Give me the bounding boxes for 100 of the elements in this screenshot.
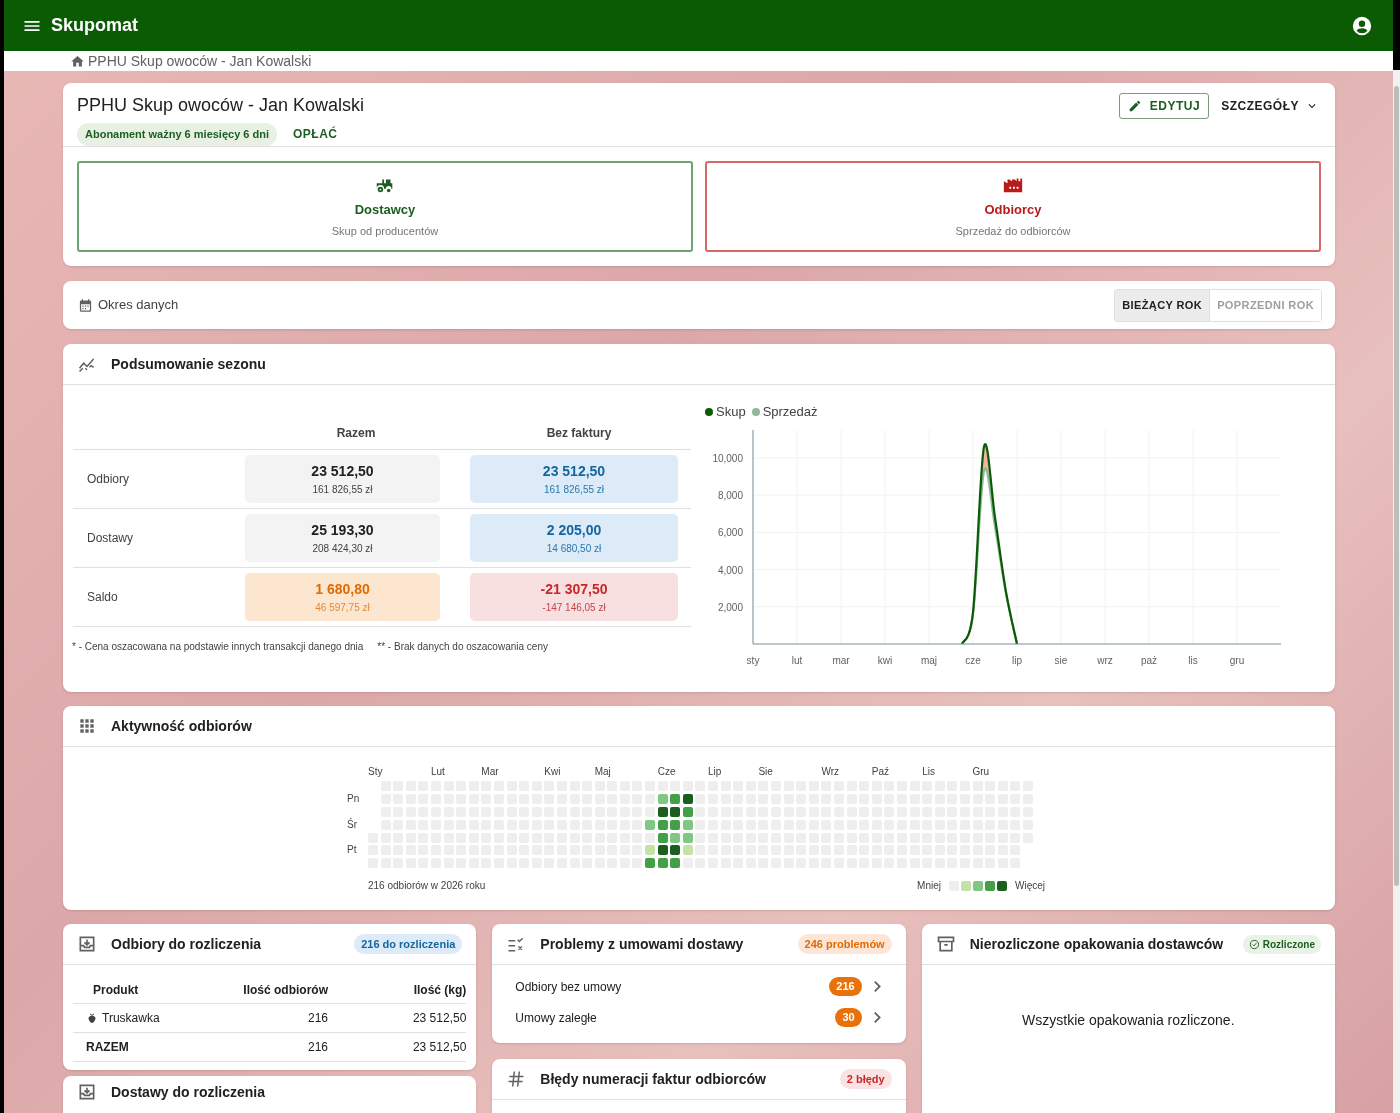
x-tick-label: cze bbox=[965, 655, 981, 666]
x-tick-label: paż bbox=[1140, 655, 1158, 666]
weekday-label: Śr bbox=[347, 819, 358, 830]
period-label: Okres danych bbox=[98, 296, 179, 315]
x-tick-label: wrz bbox=[1097, 655, 1113, 666]
y-tick-label: 2,000 bbox=[717, 601, 743, 613]
suppliers-tile[interactable]: Dostawcy Skup od producentów bbox=[77, 161, 693, 252]
table-cell-text: 23 512,50 bbox=[411, 1010, 467, 1027]
subscription-badge: Abonament ważny 6 miesięcy 6 dni bbox=[77, 123, 277, 146]
column-header: Ilość (kg) bbox=[412, 982, 467, 999]
count-badge: 246 problemów bbox=[797, 933, 892, 955]
legend-label: Skup bbox=[716, 403, 746, 422]
chevron-right-icon bbox=[873, 1012, 881, 1023]
y-tick-label: 6,000 bbox=[717, 527, 743, 539]
home-icon[interactable] bbox=[70, 53, 85, 69]
pencil-icon bbox=[1127, 99, 1142, 113]
item-label: Umowy zaległe bbox=[515, 1009, 597, 1027]
x-tick-label: mar bbox=[832, 655, 850, 666]
count-badge: 216 bbox=[829, 977, 862, 996]
value: -147 146,05 zł bbox=[542, 601, 606, 615]
column-header: Bez faktury bbox=[545, 425, 613, 442]
period-toggle[interactable]: BIEŻĄCY ROK bbox=[1115, 289, 1210, 321]
account-icon[interactable] bbox=[1351, 14, 1373, 37]
x-tick-label: kwi bbox=[877, 655, 893, 666]
activity-total: 216 odbiorów w 2026 roku bbox=[368, 879, 486, 894]
row-label: Saldo bbox=[86, 589, 119, 606]
empty-message: Wszystkie opakowania rozliczone. bbox=[1021, 1011, 1236, 1030]
legend-swatch bbox=[973, 880, 983, 891]
x-tick-label: sie bbox=[1054, 655, 1068, 666]
amount: 23 512,50 bbox=[542, 462, 606, 481]
inbox-icon bbox=[77, 934, 97, 954]
y-tick-label: 4,000 bbox=[717, 564, 743, 576]
card-title: Podsumowanie sezonu bbox=[111, 354, 266, 374]
edit-button[interactable]: EDYTUJ bbox=[1118, 93, 1210, 119]
count-badge: 30 bbox=[835, 1008, 862, 1027]
footnote: * - Cena oszacowana na podstawie innych transakcji danego dnia bbox=[72, 640, 364, 654]
company-name: PPHU Skup owoców - Jan Kowalski bbox=[77, 94, 365, 117]
amount: 25 193,30 bbox=[311, 521, 374, 540]
card-title: Błędy numeracji faktur odbiorców bbox=[540, 1069, 766, 1089]
month-label: Cze bbox=[657, 765, 677, 779]
month-label: Wrz bbox=[821, 765, 840, 779]
y-tick-label: 8,000 bbox=[717, 490, 743, 502]
month-label: Sty bbox=[368, 765, 384, 779]
status-badge: Rozliczone bbox=[1242, 934, 1321, 954]
grid-icon bbox=[77, 716, 97, 736]
x-tick-label: lut bbox=[791, 655, 803, 666]
value: 14 680,50 zł bbox=[546, 542, 602, 556]
chevron-right-icon bbox=[873, 981, 881, 992]
column-header: Ilość odbiorów bbox=[242, 982, 328, 999]
month-label: Maj bbox=[594, 765, 612, 779]
card-title: Aktywność odbiorów bbox=[111, 716, 252, 736]
buyers-tile[interactable]: Odbiorcy Sprzedaż do odbiorców bbox=[705, 161, 1321, 252]
month-label: Sie bbox=[758, 765, 774, 779]
row-label: Odbiory bbox=[86, 471, 131, 488]
card-title: Dostawy do rozliczenia bbox=[111, 1083, 266, 1102]
table-cell-text: Truskawka bbox=[102, 1010, 160, 1027]
legend-less: Mniej bbox=[917, 879, 941, 894]
amount: -21 307,50 bbox=[540, 580, 608, 599]
item-label: Odbiory bez umowy bbox=[515, 978, 622, 996]
amount: 2 205,00 bbox=[546, 521, 602, 540]
footnote: ** - Brak danych do oszacowania ceny bbox=[377, 640, 548, 654]
archive-icon bbox=[935, 934, 956, 954]
x-tick-label: maj bbox=[920, 655, 938, 666]
legend-label: Sprzedaż bbox=[762, 403, 818, 422]
card-title: Problemy z umowami dostawy bbox=[540, 934, 744, 954]
hash-icon bbox=[506, 1069, 527, 1089]
month-label: Lip bbox=[708, 765, 723, 779]
breadcrumb-link[interactable]: PPHU Skup owoców - Jan Kowalski bbox=[88, 50, 312, 72]
legend-more: Więcej bbox=[1015, 879, 1045, 894]
problem-item[interactable]: Umowy zaległe 30 bbox=[502, 1002, 896, 1033]
amount: 1 680,80 bbox=[315, 580, 370, 599]
column-header: Produkt bbox=[92, 982, 140, 999]
value: 208 424,30 zł bbox=[312, 542, 373, 556]
count-badge: 2 błędy bbox=[839, 1068, 892, 1090]
scrollbar[interactable] bbox=[1393, 70, 1400, 1113]
month-label: Kwi bbox=[544, 765, 562, 779]
pay-button[interactable]: OPŁAĆ bbox=[293, 125, 338, 144]
problem-item[interactable]: Odbiory bez umowy 216 bbox=[502, 971, 896, 1002]
amount: 23 512,50 bbox=[311, 462, 374, 481]
value: 46 597,75 zł bbox=[315, 601, 370, 615]
legend-swatch bbox=[997, 880, 1007, 891]
value: 161 826,55 zł bbox=[312, 483, 373, 497]
strawberry-icon bbox=[86, 1012, 98, 1024]
column-header: Razem bbox=[335, 425, 377, 442]
x-tick-label: lis bbox=[1188, 655, 1198, 666]
table-cell-text: RAZEM bbox=[85, 1039, 130, 1056]
table-cell-text: 216 bbox=[306, 1010, 328, 1027]
month-label: Lis bbox=[922, 765, 936, 779]
value: 161 826,55 zł bbox=[543, 483, 605, 497]
table-cell-text: 216 bbox=[306, 1039, 328, 1056]
row-label: Dostawy bbox=[86, 530, 134, 547]
month-label: Lut bbox=[430, 765, 446, 779]
month-label: Paź bbox=[871, 765, 890, 779]
count-badge: 216 do rozliczenia bbox=[354, 933, 463, 955]
legend-swatch bbox=[985, 880, 995, 891]
y-tick-label: 10,000 bbox=[712, 452, 743, 464]
weekday-label: Pn bbox=[347, 793, 361, 804]
x-tick-label: gru bbox=[1229, 655, 1245, 666]
details-button[interactable]: SZCZEGÓŁY bbox=[1219, 93, 1321, 119]
inbox-icon bbox=[77, 1082, 97, 1102]
